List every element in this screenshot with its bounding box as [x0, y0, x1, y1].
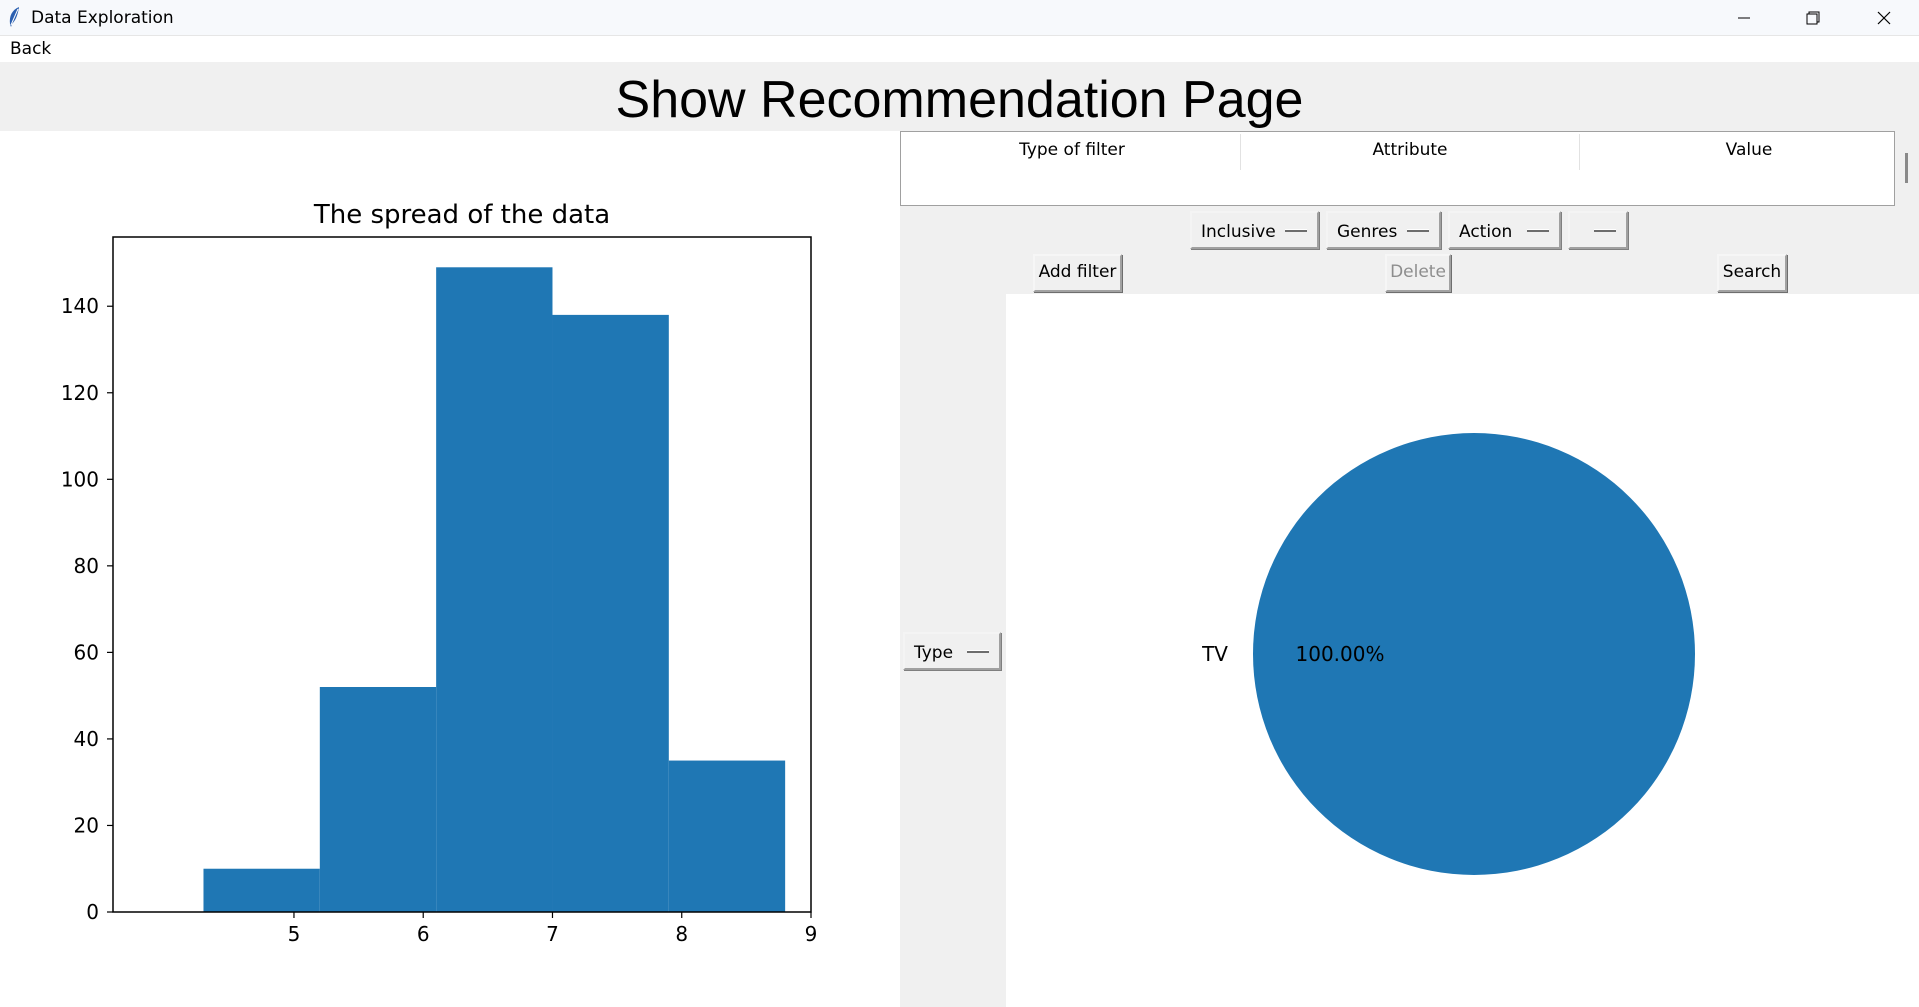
- column-header-attribute[interactable]: Attribute: [1241, 140, 1579, 160]
- dropdown-indicator-icon: [1527, 229, 1549, 232]
- minimize-button[interactable]: [1710, 0, 1778, 35]
- y-tick-label: 140: [61, 294, 99, 318]
- menu-bar: Back: [0, 36, 1919, 62]
- x-tick-label: 5: [288, 922, 301, 946]
- close-button[interactable]: [1850, 0, 1918, 35]
- histogram-panel: The spread of the data 5 6 7 8 9 0 20 40 60 80 100 1…: [0, 131, 900, 1007]
- dropdown-indicator-icon: [1594, 229, 1616, 232]
- extra-dropdown[interactable]: [1568, 211, 1628, 249]
- dropdown-indicator-icon: [1407, 229, 1429, 232]
- y-tick-label: 120: [61, 381, 99, 405]
- dropdown-indicator-icon: [1285, 229, 1307, 232]
- search-button[interactable]: Search: [1717, 254, 1787, 292]
- histogram-bar: [668, 760, 786, 912]
- page-title: Show Recommendation Page: [615, 71, 1304, 129]
- restore-icon: [1806, 11, 1820, 24]
- dropdown-indicator-icon: [967, 650, 989, 653]
- histogram-bar: [203, 868, 320, 912]
- feather-icon: [9, 7, 19, 27]
- pie-chart: TV 100.00%: [1201, 433, 1695, 875]
- y-tick-label: 40: [74, 727, 99, 751]
- value-dropdown[interactable]: Action: [1448, 211, 1561, 249]
- histogram-chart: The spread of the data 5 6 7 8 9 0 20 40 60 80 100 1…: [61, 200, 818, 946]
- minimize-icon: [1738, 17, 1750, 18]
- histogram-bar: [552, 314, 669, 912]
- attribute-label: Genres: [1337, 222, 1398, 242]
- pie-label: TV: [1201, 642, 1228, 666]
- filter-table[interactable]: Type of filter Attribute Value: [900, 131, 1895, 206]
- back-menu-item[interactable]: Back: [10, 39, 51, 59]
- title-bar: Data Exploration: [0, 0, 1919, 36]
- pie-attribute-label: Type: [914, 643, 954, 663]
- add-filter-button[interactable]: Add filter: [1033, 254, 1122, 292]
- column-header-type[interactable]: Type of filter: [903, 140, 1241, 160]
- x-tick-label: 8: [675, 922, 688, 946]
- filter-type-label: Inclusive: [1201, 222, 1276, 242]
- histogram-bar: [319, 687, 437, 912]
- filter-type-dropdown[interactable]: Inclusive: [1190, 211, 1319, 249]
- histogram-bar: [436, 267, 553, 912]
- y-tick-label: 80: [74, 554, 99, 578]
- pie-percent-label: 100.00%: [1296, 642, 1385, 666]
- y-tick-label: 60: [74, 640, 99, 664]
- delete-button[interactable]: Delete: [1385, 254, 1451, 292]
- y-tick-label: 20: [74, 813, 99, 837]
- page-header: Show Recommendation Page: [0, 62, 1919, 130]
- value-label: Action: [1459, 222, 1513, 242]
- chart-title: The spread of the data: [313, 200, 610, 230]
- x-tick-label: 6: [417, 922, 430, 946]
- y-tick-label: 0: [86, 900, 99, 924]
- pie-chart-panel: TV 100.00%: [1006, 294, 1919, 1007]
- restore-button[interactable]: [1779, 0, 1847, 35]
- attribute-dropdown[interactable]: Genres: [1326, 211, 1441, 249]
- x-tick-label: 9: [805, 922, 818, 946]
- table-scrollbar[interactable]: [1905, 153, 1908, 183]
- x-tick-label: 7: [546, 922, 559, 946]
- column-header-value[interactable]: Value: [1580, 140, 1918, 160]
- pie-attribute-dropdown[interactable]: Type: [903, 632, 1001, 670]
- window-title: Data Exploration: [31, 8, 174, 28]
- y-tick-label: 100: [61, 467, 99, 491]
- close-icon: [1877, 11, 1891, 24]
